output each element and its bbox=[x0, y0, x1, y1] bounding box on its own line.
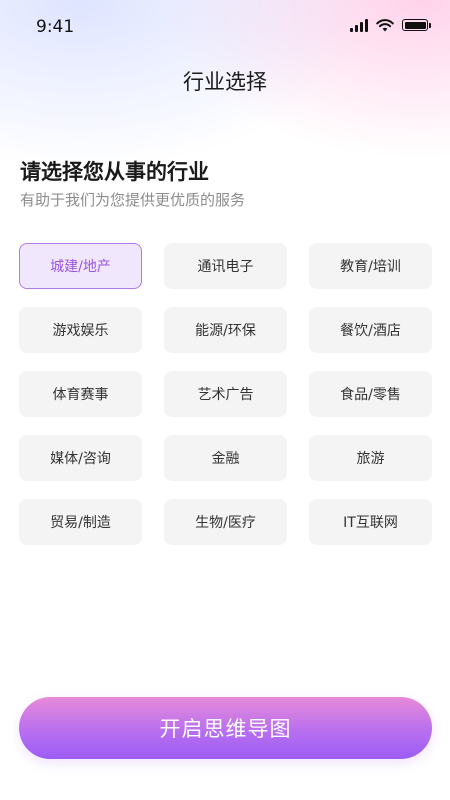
status-time: 9:41 bbox=[36, 17, 75, 37]
industry-chip-education[interactable]: 教育/培训 bbox=[309, 243, 432, 289]
battery-icon bbox=[402, 19, 431, 31]
status-bar: 9:41 bbox=[0, 0, 450, 56]
cellular-signal-icon bbox=[350, 18, 368, 32]
industry-chip-finance[interactable]: 金融 bbox=[164, 435, 287, 481]
status-icons bbox=[350, 18, 431, 32]
start-mindmap-button[interactable]: 开启思维导图 bbox=[19, 697, 432, 759]
industry-chip-media-consulting[interactable]: 媒体/咨询 bbox=[19, 435, 142, 481]
section-subheading: 有助于我们为您提供更优质的服务 bbox=[20, 191, 246, 209]
wifi-icon bbox=[376, 18, 394, 31]
section-heading: 请选择您从事的行业 bbox=[20, 160, 209, 184]
industry-chip-travel[interactable]: 旅游 bbox=[309, 435, 432, 481]
industry-chip-art-advertising[interactable]: 艺术广告 bbox=[164, 371, 287, 417]
industry-chip-real-estate[interactable]: 城建/地产 bbox=[19, 243, 142, 289]
industry-chip-it-internet[interactable]: IT互联网 bbox=[309, 499, 432, 545]
industry-chip-sports[interactable]: 体育赛事 bbox=[19, 371, 142, 417]
industry-chip-telecom[interactable]: 通讯电子 bbox=[164, 243, 287, 289]
industry-chip-trade-manufacturing[interactable]: 贸易/制造 bbox=[19, 499, 142, 545]
industry-chip-energy[interactable]: 能源/环保 bbox=[164, 307, 287, 353]
industry-chip-gaming[interactable]: 游戏娱乐 bbox=[19, 307, 142, 353]
industry-chip-hospitality[interactable]: 餐饮/酒店 bbox=[309, 307, 432, 353]
industry-chip-food-retail[interactable]: 食品/零售 bbox=[309, 371, 432, 417]
industry-grid: 城建/地产 通讯电子 教育/培训 游戏娱乐 能源/环保 餐饮/酒店 体育赛事 艺… bbox=[19, 243, 433, 545]
industry-chip-bio-medical[interactable]: 生物/医疗 bbox=[164, 499, 287, 545]
page-title: 行业选择 bbox=[183, 70, 267, 94]
